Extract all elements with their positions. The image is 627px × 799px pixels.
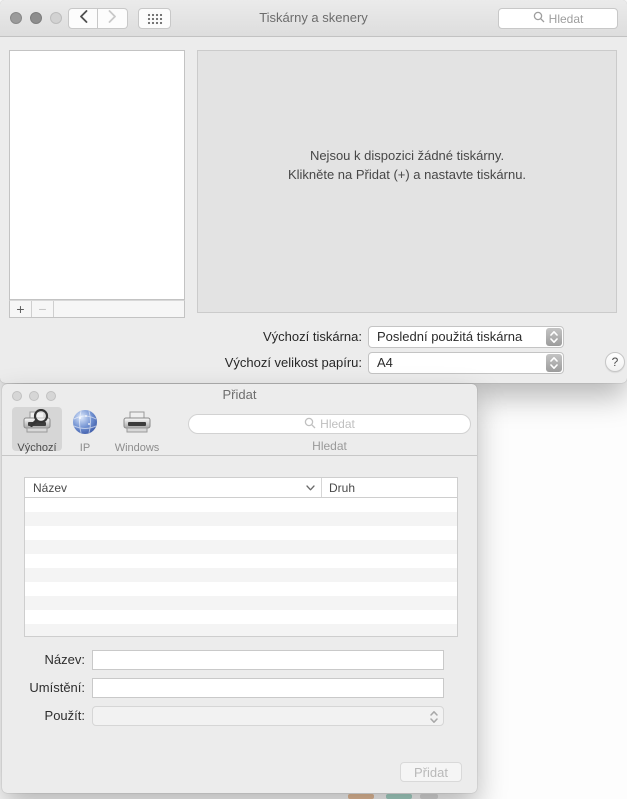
printers-scanners-window: Tiskárny a skenery Hledat + − Nejsou k d… (0, 0, 627, 383)
use-field-label: Použít: (44, 708, 85, 723)
dialog-traffic-lights (12, 391, 56, 401)
use-popup[interactable] (92, 706, 444, 726)
printer-list[interactable] (9, 50, 185, 300)
dialog-search-input[interactable]: Hledat (188, 414, 471, 434)
table-header: Název Druh (24, 477, 458, 498)
traffic-lights (10, 12, 62, 24)
show-all-button[interactable] (138, 8, 171, 29)
table-body[interactable] (24, 498, 458, 637)
toolbar-tab-default[interactable]: Výchozí (12, 407, 62, 454)
add-printer-dialog: Přidat Výchozí IP Windows Hledat Hledat … (2, 384, 477, 793)
close-button[interactable] (10, 12, 22, 24)
popup-stepper-icon (430, 710, 438, 729)
name-field-label: Název: (44, 652, 85, 667)
minimize-button[interactable] (30, 12, 42, 24)
main-titlebar[interactable]: Tiskárny a skenery Hledat (0, 0, 627, 37)
background-dock-sliver-gray (420, 794, 438, 799)
dialog-search-caption: Hledat (312, 439, 347, 453)
default-printer-value: Poslední použitá tiskárna (377, 329, 523, 344)
default-paper-label: Výchozí velikost papíru: (224, 355, 362, 370)
dialog-titlebar[interactable]: Přidat (2, 384, 477, 405)
column-header-name[interactable]: Název (25, 478, 322, 497)
grid-icon (146, 12, 163, 25)
empty-state-line1: Nejsou k dispozici žádné tiskárny. (309, 148, 505, 163)
forward-button[interactable] (98, 8, 128, 29)
remove-printer-button[interactable]: − (32, 301, 54, 317)
add-printer-button[interactable]: + (10, 301, 32, 317)
location-field[interactable] (92, 678, 444, 698)
name-field[interactable] (92, 650, 444, 670)
search-placeholder: Hledat (548, 11, 584, 26)
toolbar-tab-windows[interactable]: Windows (108, 407, 166, 454)
empty-state-line2: Klikněte na Přidat (+) a nastavte tiskár… (287, 167, 527, 182)
column-header-kind-label: Druh (329, 480, 356, 495)
dialog-minimize-button[interactable] (29, 391, 39, 401)
default-printer-popup[interactable]: Poslední použitá tiskárna (368, 326, 564, 348)
add-button[interactable]: Přidat (400, 762, 462, 782)
printer-icon (121, 409, 153, 441)
toolbar-tab-label: IP (79, 442, 91, 454)
column-header-name-label: Název (33, 480, 68, 495)
dialog-title: Přidat (222, 387, 257, 402)
search-icon (533, 11, 545, 26)
printer-browser-table: Název Druh (24, 477, 458, 637)
search-icon (304, 417, 316, 432)
chevron-right-icon (108, 9, 117, 28)
globe-icon (72, 409, 98, 441)
popup-stepper-icon (546, 354, 562, 372)
list-controls: + − (9, 300, 185, 318)
default-paper-value: A4 (377, 355, 393, 370)
popup-stepper-icon (546, 328, 562, 346)
nav-buttons (68, 8, 128, 29)
dialog-zoom-button[interactable] (46, 391, 56, 401)
background-dock-sliver-teal (386, 794, 412, 799)
dialog-close-button[interactable] (12, 391, 22, 401)
default-paper-popup[interactable]: A4 (368, 352, 564, 374)
search-input[interactable]: Hledat (498, 8, 618, 29)
column-header-kind[interactable]: Druh (322, 481, 457, 495)
toolbar-tab-ip[interactable]: IP (66, 407, 104, 454)
default-printer-label: Výchozí tiskárna: (263, 329, 362, 344)
dialog-search-placeholder: Hledat (320, 417, 355, 431)
empty-state-message: Nejsou k dispozici žádné tiskárny. Klikn… (198, 146, 616, 184)
background-dock-sliver-orange (348, 794, 374, 799)
zoom-button[interactable] (50, 12, 62, 24)
location-field-label: Umístění: (29, 680, 85, 695)
printer-search-icon (21, 408, 53, 441)
toolbar-tab-label: Výchozí (17, 442, 57, 454)
chevron-down-icon (306, 484, 315, 491)
chevron-left-icon (79, 9, 88, 28)
dialog-toolbar: Výchozí IP Windows Hledat Hledat (2, 405, 477, 456)
help-button[interactable]: ? (605, 352, 625, 372)
back-button[interactable] (68, 8, 98, 29)
printer-detail-panel: Nejsou k dispozici žádné tiskárny. Klikn… (197, 50, 617, 313)
toolbar-tab-label: Windows (114, 442, 160, 454)
